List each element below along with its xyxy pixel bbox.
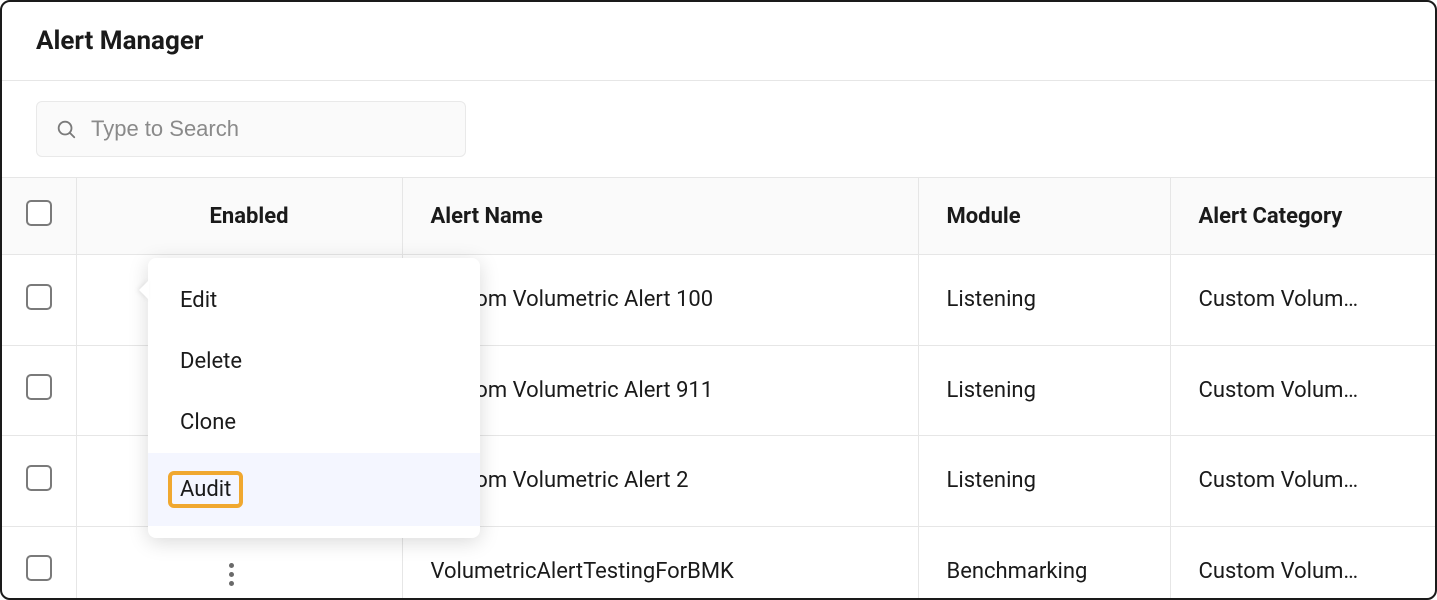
select-all-checkbox[interactable] [26,200,52,226]
row-checkbox[interactable] [26,374,52,400]
col-header-checkbox [2,178,76,255]
cell-alert-category: Custom Volum… [1170,526,1437,600]
kebab-icon [229,563,234,586]
table-header-row: Enabled Alert Name Module Alert Category [2,178,1437,255]
search-section [2,81,1435,177]
search-input[interactable] [91,116,447,142]
row-checkbox[interactable] [26,465,52,491]
cell-module: Listening [918,255,1170,346]
cell-alert-category: Custom Volum… [1170,345,1437,436]
cell-module: Listening [918,436,1170,527]
col-header-enabled[interactable]: Enabled [76,178,402,255]
cell-alert-category: Custom Volum… [1170,255,1437,346]
col-header-module[interactable]: Module [918,178,1170,255]
cell-alert-name[interactable]: VolumetricAlertTestingForBMK [402,526,918,600]
menu-item-delete[interactable]: Delete [148,331,480,392]
search-icon [55,118,77,140]
menu-item-audit[interactable]: Audit [148,453,480,526]
panel-header: Alert Manager [2,2,1435,81]
col-header-alert-category[interactable]: Alert Category [1170,178,1437,255]
search-box[interactable] [36,101,466,157]
row-checkbox[interactable] [26,555,52,581]
highlight-annotation: Audit [168,471,243,508]
menu-item-edit[interactable]: Edit [148,270,480,331]
cell-alert-category: Custom Volum… [1170,436,1437,527]
cell-module: Listening [918,345,1170,436]
row-actions-button[interactable] [211,554,251,594]
menu-item-clone[interactable]: Clone [148,392,480,453]
col-header-alert-name[interactable]: Alert Name [402,178,918,255]
row-checkbox[interactable] [26,284,52,310]
cell-module: Benchmarking [918,526,1170,600]
row-actions-menu: Edit Delete Clone Audit [148,258,480,538]
page-title: Alert Manager [36,26,1401,56]
